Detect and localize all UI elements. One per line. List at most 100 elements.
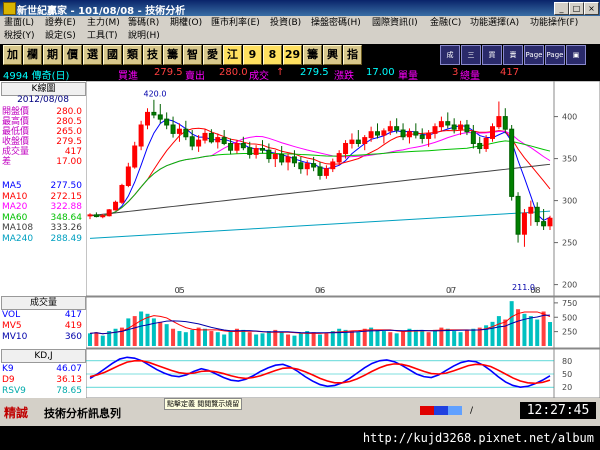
menu-item[interactable]: 期權(O) [170, 17, 202, 29]
toolbar-button[interactable]: 愛 [203, 45, 222, 65]
toolbar-button[interactable]: 智 [183, 45, 202, 65]
legend-row: MV5 419 [2, 321, 84, 331]
volume-bar [318, 334, 322, 346]
toolbar-button[interactable]: 29 [283, 45, 302, 65]
toolbar-icon-button[interactable]: Page [545, 45, 565, 65]
k-chart-header[interactable]: K線圖 [1, 82, 86, 96]
toolbar-button[interactable]: 欄 [23, 45, 42, 65]
legend-value: 280.5 [56, 117, 82, 127]
legend-row: RSV9 78.65 [2, 386, 84, 396]
volume-tick-label: 750 [562, 299, 577, 308]
status-indicator-blue [434, 406, 448, 415]
menu-item[interactable]: 籌碼(R) [128, 17, 159, 29]
toolbar-button[interactable]: 加 [3, 45, 22, 65]
toolbar-button[interactable]: 價 [63, 45, 82, 65]
chart-area[interactable]: 40035030025020005 06 07 08420.0211.07505002… [86, 81, 600, 398]
toolbar-button[interactable]: 技 [143, 45, 162, 65]
toolbar-icon-button[interactable]: 買 [482, 45, 502, 65]
menu-item[interactable]: 稅授(Y) [4, 30, 35, 42]
candle [349, 139, 355, 144]
close-button[interactable]: × [584, 2, 599, 15]
clock-display: 12:27:45 [520, 402, 596, 419]
volume-header[interactable]: 成交量 [1, 296, 86, 310]
candle [323, 168, 329, 176]
menu-item[interactable]: 說明(H) [128, 30, 160, 42]
volume-bar [164, 324, 169, 346]
toolbar-icon-button[interactable]: ▣ [566, 45, 586, 65]
candle [196, 139, 202, 147]
candle [406, 131, 412, 138]
maximize-button[interactable]: □ [569, 2, 584, 15]
candle [157, 114, 163, 120]
toolbar-button[interactable]: 國 [103, 45, 122, 65]
toolbar-icon-button[interactable]: 三 [461, 45, 481, 65]
candle [176, 128, 182, 134]
legend-label: 開盤價 [2, 107, 30, 117]
menu-item[interactable]: 畫面(L) [4, 17, 34, 29]
volume-bar [279, 332, 284, 346]
volume-bar [535, 319, 540, 346]
volume-bar [324, 333, 329, 346]
candle [100, 215, 106, 218]
candle [119, 184, 125, 203]
volume-bar [420, 331, 425, 346]
menu-item[interactable]: 投資(B) [270, 17, 301, 29]
candle [515, 195, 521, 235]
toolbar-icon-button[interactable]: 成 [440, 45, 460, 65]
toolbar-button[interactable]: 興 [323, 45, 342, 65]
toolbar-icon-button[interactable]: 賣 [503, 45, 523, 65]
volume-bar [349, 331, 354, 346]
candle [547, 217, 553, 227]
menu-item[interactable]: 功能選擇(A) [470, 17, 519, 29]
toolbar-button[interactable]: 籌 [303, 45, 322, 65]
menu-item[interactable]: 匯市利率(E) [211, 17, 260, 29]
menu-item[interactable]: 工具(T) [87, 30, 118, 42]
menu-item[interactable]: 功能操作(F) [530, 17, 578, 29]
x-tick-label: 07 [446, 286, 456, 295]
legend-row: 收盤價 279.5 [2, 137, 84, 147]
toolbar-button[interactable]: 江 [223, 45, 242, 65]
toolbar-button[interactable]: 9 [243, 45, 262, 65]
legend-value: 417 [64, 147, 82, 157]
legend-row: 成交量 417 [2, 147, 84, 157]
candle [260, 148, 265, 151]
app-icon [3, 2, 16, 15]
menu-item[interactable]: 設定(S) [45, 30, 76, 42]
candle [221, 137, 227, 144]
legend-value: 348.64 [50, 212, 83, 223]
toolbar-button[interactable]: 選 [83, 45, 102, 65]
candle [534, 206, 540, 223]
volume-bar [548, 322, 552, 346]
toolbar-button[interactable]: 期 [43, 45, 62, 65]
toolbar-button[interactable]: 8 [263, 45, 282, 65]
toolbar-button[interactable]: 籌 [163, 45, 182, 65]
legend-label: D9 [2, 375, 15, 385]
volume-bar [471, 328, 476, 346]
menu-item[interactable]: 操盤密碼(H) [311, 17, 361, 29]
kd-header[interactable]: KD,J [1, 349, 86, 363]
minimize-button[interactable]: _ [554, 2, 569, 15]
candle [502, 116, 508, 130]
legend-label: MA60 [2, 212, 28, 223]
candle [164, 118, 170, 126]
menu-item[interactable]: 主力(M) [87, 17, 120, 29]
candle [381, 130, 387, 136]
toolbar-button[interactable]: 指 [343, 45, 362, 65]
volume-bar [452, 331, 457, 346]
legend-label: RSV9 [2, 386, 26, 396]
legend-label: MV10 [2, 332, 28, 342]
menu-item[interactable]: 國際資訊(I) [372, 17, 418, 29]
volume-bar [171, 328, 176, 346]
menu-item[interactable]: 證券(E) [45, 17, 76, 29]
price-tick-label: 400 [562, 113, 577, 122]
candle [132, 145, 138, 168]
volume-bar [426, 332, 431, 346]
candle [304, 163, 310, 170]
price-tick-label: 300 [562, 197, 577, 206]
status-bar: 精誠 技術分析訊息列 點擊定義 閱閱覽示燒留 / 12:27:45 [0, 398, 600, 426]
kd-tick-label: 20 [562, 383, 572, 392]
menu-item[interactable]: 金融(C) [430, 17, 461, 29]
candle [362, 137, 368, 144]
toolbar-icon-button[interactable]: Page [524, 45, 544, 65]
toolbar-button[interactable]: 類 [123, 45, 142, 65]
